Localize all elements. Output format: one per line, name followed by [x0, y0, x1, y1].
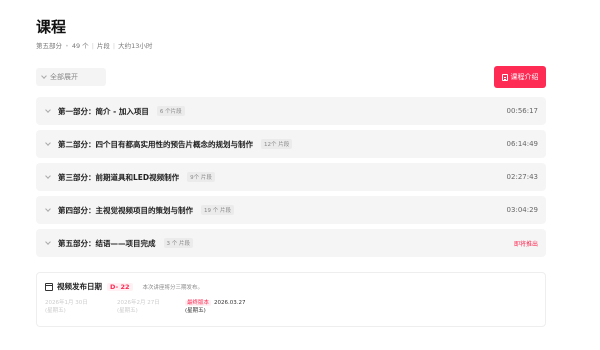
- meta-part: 第五部分: [36, 42, 62, 50]
- section-row[interactable]: 第二部分：四个目有都高实用性的预告片概念的规划与制作 12个 片段 06:14:…: [36, 130, 546, 158]
- release-countdown: D- 22: [107, 282, 133, 291]
- meta-duration: 大约13小时: [118, 42, 153, 50]
- section-row[interactable]: 第四部分：主视觉视频项目的策划与制作 19 个 片段 03:04:29: [36, 196, 546, 224]
- final-version-badge: 最终版本: [185, 300, 212, 306]
- chevron-down-icon: [45, 206, 51, 212]
- chevron-down-icon: [41, 73, 47, 79]
- section-row[interactable]: 第五部分：结语——项目完成 3 个 片段 即将推出: [36, 229, 546, 257]
- release-schedule: 视频发布日期 D- 22 本次讲座将分三期发布。 2026年1月 30日 (星期…: [36, 272, 546, 327]
- section-duration: 06:14:49: [506, 140, 538, 148]
- course-intro-label: 课程介绍: [510, 73, 539, 81]
- release-date: 2026.03.27: [214, 300, 246, 306]
- release-title: 视频发布日期: [57, 282, 102, 291]
- section-title: 第二部分：四个目有都高实用性的预告片概念的规划与制作: [58, 139, 253, 149]
- release-weekday: (星期五): [185, 308, 206, 314]
- release-header: 视频发布日期 D- 22 本次讲座将分三期发布。: [45, 281, 203, 292]
- chevron-down-icon: [45, 239, 51, 245]
- section-duration: 00:56:17: [506, 107, 538, 115]
- meta-count: 49 个: [71, 42, 89, 50]
- section-coming-soon: 即将推出: [513, 240, 538, 248]
- section-title: 第三部分：前期道具和LED视频制作: [58, 172, 180, 182]
- expand-all-button[interactable]: 全部展开: [36, 68, 106, 86]
- release-weekday: (星期五): [117, 308, 138, 314]
- section-title: 第五部分：结语——项目完成: [58, 238, 156, 248]
- meta-unit: 片段: [96, 42, 110, 50]
- release-weekday: (星期五): [45, 308, 66, 314]
- release-date: 2026年1月 30日: [45, 300, 88, 306]
- section-duration: 03:04:29: [506, 206, 538, 214]
- release-item: 最终版本 2026.03.27 (星期五): [185, 299, 246, 315]
- section-clip-count: 19 个 片段: [201, 205, 234, 215]
- section-row[interactable]: 第一部分：简介 - 加入项目 6 个片段 00:56:17: [36, 97, 546, 125]
- course-meta: 第五部分 • 49 个 | 片段 | 大约13小时: [36, 42, 153, 50]
- section-duration: 02:27:43: [506, 173, 538, 181]
- release-item: 2026年2月 27日 (星期五): [117, 299, 160, 315]
- expand-all-label: 全部展开: [50, 73, 78, 81]
- section-clip-count: 9个 片段: [187, 172, 215, 182]
- section-row[interactable]: 第三部分：前期道具和LED视频制作 9个 片段 02:27:43: [36, 163, 546, 191]
- release-date: 2026年2月 27日: [117, 300, 160, 306]
- release-item: 2026年1月 30日 (星期五): [45, 299, 88, 315]
- calendar-icon: [45, 282, 53, 291]
- section-clip-count: 6 个片段: [156, 106, 185, 116]
- section-title: 第四部分：主视觉视频项目的策划与制作: [58, 205, 193, 215]
- section-clip-count: 12个 片段: [261, 139, 293, 149]
- document-icon: [501, 73, 508, 81]
- course-intro-button[interactable]: 课程介绍: [494, 66, 546, 88]
- section-title: 第一部分：简介 - 加入项目: [58, 106, 149, 116]
- chevron-down-icon: [45, 107, 51, 113]
- section-clip-count: 3 个 片段: [163, 238, 193, 248]
- chevron-down-icon: [45, 140, 51, 146]
- release-note: 本次讲座将分三期发布。: [142, 284, 204, 291]
- chevron-down-icon: [45, 173, 51, 179]
- page-title: 课程: [36, 18, 67, 36]
